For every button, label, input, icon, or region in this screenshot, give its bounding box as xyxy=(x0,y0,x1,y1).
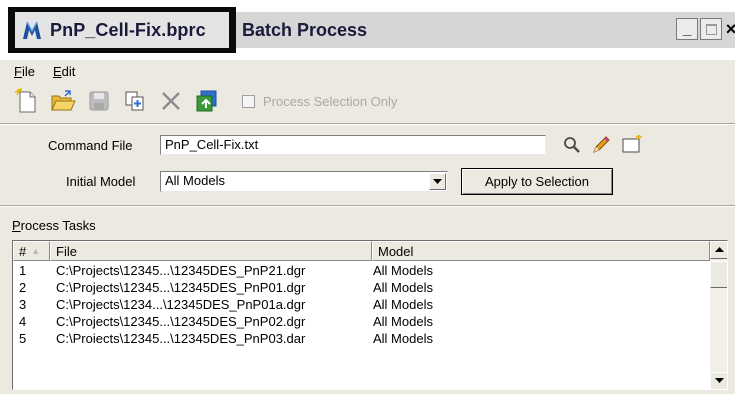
process-selection-label: Process Selection Only xyxy=(263,93,398,109)
add-tasks-button[interactable] xyxy=(120,87,150,115)
menu-bar: File Edit xyxy=(0,60,735,82)
table-row[interactable]: 2 C:\Projects\12345...\12345DES_PnP01.dg… xyxy=(13,279,710,296)
initial-model-value: All Models xyxy=(165,173,225,188)
initial-model-select[interactable]: All Models xyxy=(160,171,448,192)
toolbar: Process Selection Only xyxy=(0,82,735,120)
process-selection-checkbox[interactable] xyxy=(242,94,255,108)
options-separator xyxy=(0,205,735,207)
vertical-scrollbar[interactable] xyxy=(710,241,727,389)
process-tasks-label: Process Tasks xyxy=(12,218,96,233)
apply-to-selection-button[interactable]: Apply to Selection xyxy=(461,168,613,195)
batch-process-dialog: File Edit Process Selection Only Command… xyxy=(0,60,735,394)
title-bar: PnP_Cell-Fix.bprc Batch Process _ × xyxy=(0,0,735,60)
save-button[interactable] xyxy=(84,87,114,115)
chevron-down-icon xyxy=(714,378,724,383)
command-file-label: Command File xyxy=(48,138,133,153)
process-tasks-list: # ▲ File Model 1 C:\Projects\12345...\12… xyxy=(12,240,728,390)
title-file-area: PnP_Cell-Fix.bprc xyxy=(15,12,229,48)
column-header-model[interactable]: Model xyxy=(372,241,710,261)
table-row[interactable]: 5 C:\Proiects\12345...\12345DES_PnP03.da… xyxy=(13,330,710,347)
column-header-file[interactable]: File xyxy=(50,241,372,261)
process-selection-only-option: Process Selection Only xyxy=(242,94,397,109)
table-row[interactable]: 3 C:\Projects\1234...\12345DES_PnP01a.dg… xyxy=(13,296,710,313)
open-folder-icon xyxy=(51,90,76,111)
dropdown-arrow-button[interactable] xyxy=(429,173,446,190)
run-batch-button[interactable] xyxy=(192,87,222,115)
open-button[interactable] xyxy=(48,87,78,115)
column-header-number[interactable]: # ▲ xyxy=(13,241,50,261)
chevron-up-icon xyxy=(714,247,724,252)
table-row[interactable]: 1 C:\Projects\12345...\12345DES_PnP21.dg… xyxy=(13,262,710,279)
command-file-actions xyxy=(563,134,643,158)
toolbar-separator xyxy=(0,123,735,125)
scroll-up-button[interactable] xyxy=(710,241,727,259)
microstation-app-icon xyxy=(21,19,43,41)
delete-icon xyxy=(162,92,180,110)
chevron-down-icon xyxy=(433,178,442,184)
list-header: # ▲ File Model xyxy=(13,241,710,261)
maximize-icon xyxy=(705,23,717,35)
command-file-field[interactable]: PnP_Cell-Fix.txt xyxy=(160,135,546,155)
task-rows: 1 C:\Projects\12345...\12345DES_PnP21.dg… xyxy=(13,262,710,347)
initial-model-label: Initial Model xyxy=(66,174,136,189)
new-file-icon xyxy=(15,88,36,113)
menu-file[interactable]: File xyxy=(14,64,35,79)
browse-magnifier-icon[interactable] xyxy=(563,136,581,157)
minimize-button[interactable]: _ xyxy=(676,18,698,40)
window-title-app: Batch Process xyxy=(242,19,368,40)
title-app-area: Batch Process xyxy=(236,12,656,48)
add-tasks-icon xyxy=(125,91,144,111)
close-button[interactable]: × xyxy=(724,18,735,40)
table-row[interactable]: 4 C:\Projects\12345...\12345DES_PnP02.dg… xyxy=(13,313,710,330)
new-file-button[interactable] xyxy=(12,87,42,115)
scroll-down-button[interactable] xyxy=(710,372,727,389)
edit-pencil-icon[interactable] xyxy=(591,135,611,158)
run-batch-icon xyxy=(196,90,217,112)
sort-ascending-icon: ▲ xyxy=(31,246,41,256)
window-title-file: PnP_Cell-Fix.bprc xyxy=(50,19,206,40)
scroll-thumb[interactable] xyxy=(710,261,727,288)
delete-button[interactable] xyxy=(156,87,186,115)
new-command-file-icon[interactable] xyxy=(621,134,643,158)
maximize-button[interactable] xyxy=(700,18,722,40)
menu-edit[interactable]: Edit xyxy=(53,64,75,79)
save-icon xyxy=(89,91,109,111)
